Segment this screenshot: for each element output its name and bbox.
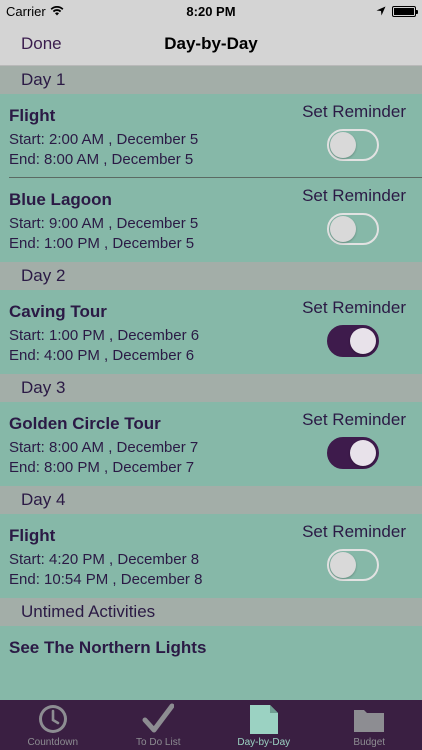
set-reminder-label: Set Reminder (302, 102, 406, 121)
section-header-untimed: Untimed Activities (0, 598, 422, 626)
tab-to-do-list[interactable]: To Do List (106, 700, 212, 750)
wifi-icon (50, 6, 64, 16)
toggle-knob (350, 440, 376, 466)
tab-label: To Do List (136, 737, 181, 748)
activity-start: Start: 8:00 AM , December 7 (9, 439, 199, 456)
activity-title: Flight (9, 106, 56, 125)
checkmark-icon (142, 703, 175, 733)
activity-title: Blue Lagoon (9, 190, 112, 209)
activity-end: End: 8:00 AM , December 5 (9, 151, 194, 168)
activity-end: End: 1:00 PM , December 5 (9, 235, 195, 252)
toggle-knob (350, 328, 376, 354)
list-item[interactable]: Blue Lagoon Start: 9:00 AM , December 5 … (0, 178, 422, 262)
activity-title: Golden Circle Tour (9, 414, 161, 433)
page-title: Day-by-Day (164, 33, 258, 53)
tab-label: Countdown (27, 737, 79, 748)
done-button[interactable]: Done (21, 34, 62, 54)
clock-icon (38, 705, 67, 733)
reminder-toggle[interactable] (327, 437, 379, 469)
tab-day-by-day[interactable]: Day-by-Day (211, 700, 317, 750)
toggle-knob (330, 132, 356, 158)
toggle-knob (330, 552, 356, 578)
location-arrow-icon (376, 6, 386, 16)
activity-start: Start: 9:00 AM , December 5 (9, 215, 199, 232)
activity-start: Start: 1:00 PM , December 6 (9, 327, 200, 344)
section-header-day-4: Day 4 (0, 486, 422, 514)
list-item[interactable]: Golden Circle Tour Start: 8:00 AM , Dece… (0, 402, 422, 486)
tab-label: Day-by-Day (237, 737, 291, 748)
activity-start: Start: 4:20 PM , December 8 (9, 551, 200, 568)
list-item[interactable]: Caving Tour Start: 1:00 PM , December 6 … (0, 290, 422, 374)
document-icon (249, 705, 278, 734)
activity-title: See The Northern Lights (9, 638, 207, 657)
list-item[interactable]: Flight Start: 4:20 PM , December 8 End: … (0, 514, 422, 598)
activity-start: Start: 2:00 AM , December 5 (9, 131, 199, 148)
toggle-knob (330, 216, 356, 242)
set-reminder-label: Set Reminder (302, 298, 406, 317)
activity-title: Caving Tour (9, 302, 107, 321)
list-item[interactable]: See The Northern Lights (0, 626, 422, 670)
reminder-toggle[interactable] (327, 325, 379, 357)
status-left: Carrier (6, 4, 64, 19)
section-header-day-3: Day 3 (0, 374, 422, 402)
reminder-toggle[interactable] (327, 129, 379, 161)
battery-icon (392, 5, 418, 17)
tab-label: Budget (353, 737, 386, 748)
tab-budget[interactable]: Budget (317, 700, 422, 750)
section-header-day-1: Day 1 (0, 66, 422, 94)
tab-bar: Countdown To Do List Day-by-Day Budget (0, 700, 422, 750)
carrier-label: Carrier (6, 3, 46, 19)
day-by-day-list[interactable]: Day 1 Flight Start: 2:00 AM , December 5… (0, 66, 422, 700)
set-reminder-label: Set Reminder (302, 186, 406, 205)
set-reminder-label: Set Reminder (302, 410, 406, 429)
navigation-bar: Done Day-by-Day (0, 22, 422, 66)
section-header-day-2: Day 2 (0, 262, 422, 290)
status-bar: Carrier 8:20 PM (0, 0, 422, 22)
list-item[interactable]: Flight Start: 2:00 AM , December 5 End: … (0, 94, 422, 178)
activity-end: End: 10:54 PM , December 8 (9, 571, 203, 588)
folder-icon (354, 710, 385, 732)
reminder-toggle[interactable] (327, 549, 379, 581)
activity-end: End: 8:00 PM , December 7 (9, 459, 195, 476)
activity-end: End: 4:00 PM , December 6 (9, 347, 195, 364)
status-right (376, 5, 418, 17)
tab-countdown[interactable]: Countdown (0, 700, 106, 750)
activity-title: Flight (9, 526, 56, 545)
reminder-toggle[interactable] (327, 213, 379, 245)
set-reminder-label: Set Reminder (302, 522, 406, 541)
